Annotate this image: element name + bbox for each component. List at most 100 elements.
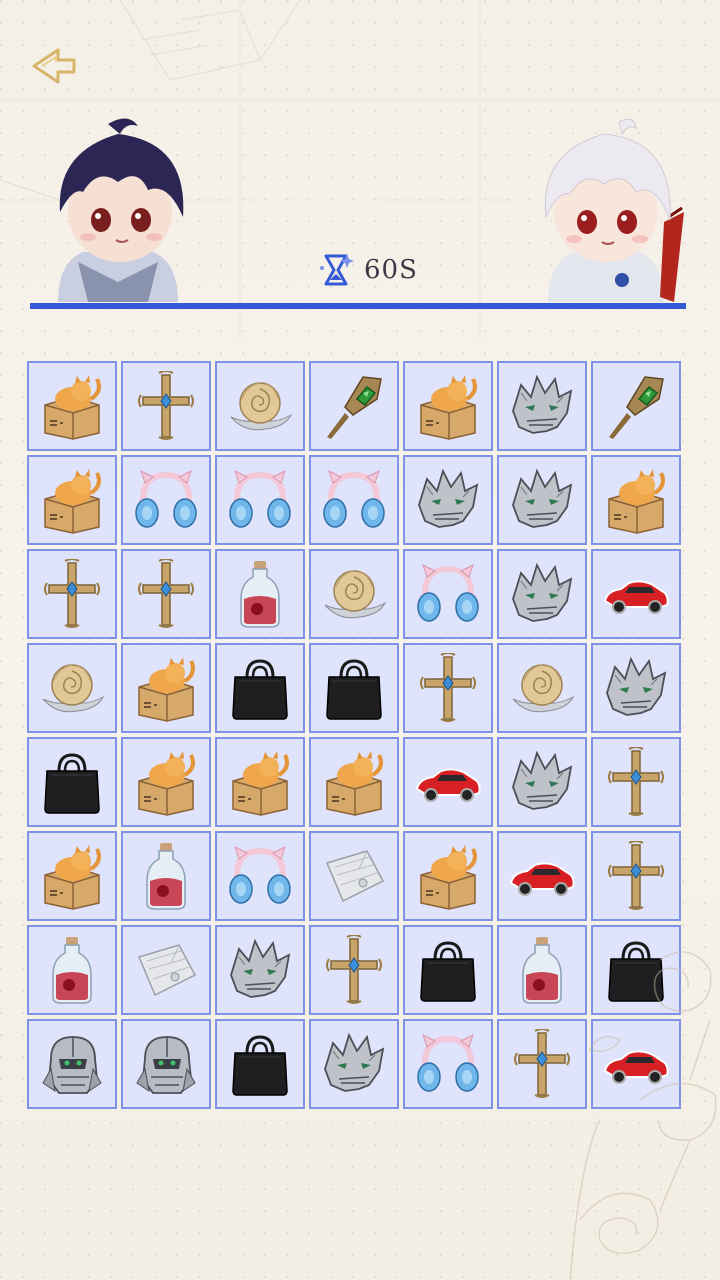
board-tile[interactable] [403, 643, 493, 733]
board-tile[interactable] [497, 737, 587, 827]
board-tile[interactable] [403, 737, 493, 827]
board-tile[interactable] [497, 361, 587, 451]
board-tile[interactable] [215, 549, 305, 639]
board-tile[interactable] [403, 455, 493, 545]
board-tile[interactable] [215, 361, 305, 451]
emerald-dagger-icon [319, 371, 389, 441]
knight-armor-icon [131, 1029, 201, 1099]
wolf-helm-icon [507, 465, 577, 535]
headphones-icon [131, 465, 201, 535]
board-tile[interactable] [27, 549, 117, 639]
board-tile[interactable] [215, 737, 305, 827]
board-tile[interactable] [27, 643, 117, 733]
rose-icon [319, 559, 389, 629]
rose-icon [37, 653, 107, 723]
cat-box-icon [37, 371, 107, 441]
board-tile[interactable] [497, 455, 587, 545]
wolf-helm-icon [507, 747, 577, 817]
cat-box-icon [413, 841, 483, 911]
board-tile[interactable] [121, 361, 211, 451]
board-tile[interactable] [403, 925, 493, 1015]
board-tile[interactable] [27, 1019, 117, 1109]
match-board [27, 361, 681, 1109]
board-tile[interactable] [403, 831, 493, 921]
board-tile[interactable] [215, 1019, 305, 1109]
cross-icon [319, 935, 389, 1005]
board-tile[interactable] [121, 925, 211, 1015]
board-tile[interactable] [591, 831, 681, 921]
cat-box-icon [131, 653, 201, 723]
cat-box-icon [319, 747, 389, 817]
silver-cloth-icon [319, 841, 389, 911]
board-tile[interactable] [309, 737, 399, 827]
player-left-avatar [38, 112, 198, 302]
board-tile[interactable] [27, 831, 117, 921]
black-bag-icon [413, 935, 483, 1005]
board-tile[interactable] [215, 831, 305, 921]
black-bag-icon [319, 653, 389, 723]
red-car-icon [413, 747, 483, 817]
cat-box-icon [37, 465, 107, 535]
cross-icon [413, 653, 483, 723]
board-tile[interactable] [121, 737, 211, 827]
board-tile[interactable] [309, 831, 399, 921]
board-tile[interactable] [591, 1019, 681, 1109]
board-tile[interactable] [121, 643, 211, 733]
cross-icon [37, 559, 107, 629]
board-tile[interactable] [309, 1019, 399, 1109]
back-button[interactable] [28, 40, 80, 92]
board-tile[interactable] [215, 925, 305, 1015]
board-tile[interactable] [497, 643, 587, 733]
board-tile[interactable] [497, 1019, 587, 1109]
board-tile[interactable] [309, 455, 399, 545]
red-car-icon [601, 559, 671, 629]
wolf-helm-icon [319, 1029, 389, 1099]
board-tile[interactable] [215, 455, 305, 545]
board-tile[interactable] [121, 549, 211, 639]
headphones-icon [413, 559, 483, 629]
board-tile[interactable] [27, 455, 117, 545]
board-tile[interactable] [27, 737, 117, 827]
cross-icon [601, 841, 671, 911]
emerald-dagger-icon [601, 371, 671, 441]
headphones-icon [413, 1029, 483, 1099]
board-tile[interactable] [403, 361, 493, 451]
board-tile[interactable] [591, 643, 681, 733]
board-tile[interactable] [497, 549, 587, 639]
time-progress-bar [30, 303, 686, 309]
board-tile[interactable] [403, 549, 493, 639]
black-bag-icon [37, 747, 107, 817]
headphones-icon [225, 465, 295, 535]
board-tile[interactable] [309, 925, 399, 1015]
black-bag-icon [225, 1029, 295, 1099]
board-tile[interactable] [497, 831, 587, 921]
rose-icon [225, 371, 295, 441]
board-tile[interactable] [403, 1019, 493, 1109]
cat-box-icon [413, 371, 483, 441]
board-tile[interactable] [591, 549, 681, 639]
board-tile[interactable] [309, 549, 399, 639]
board-tile[interactable] [27, 361, 117, 451]
board-tile[interactable] [309, 361, 399, 451]
cat-box-icon [37, 841, 107, 911]
board-tile[interactable] [591, 361, 681, 451]
board-tile[interactable] [591, 455, 681, 545]
black-bag-icon [601, 935, 671, 1005]
board-tile[interactable] [309, 643, 399, 733]
board-tile[interactable] [215, 643, 305, 733]
potion-bottle-icon [131, 841, 201, 911]
board-tile[interactable] [497, 925, 587, 1015]
board-tile[interactable] [121, 455, 211, 545]
hourglass-icon [320, 254, 354, 286]
headphones-icon [319, 465, 389, 535]
board-tile[interactable] [121, 831, 211, 921]
board-tile[interactable] [591, 737, 681, 827]
wolf-helm-icon [507, 559, 577, 629]
wolf-helm-icon [225, 935, 295, 1005]
red-car-icon [507, 841, 577, 911]
board-tile[interactable] [27, 925, 117, 1015]
board-tile[interactable] [121, 1019, 211, 1109]
board-tile[interactable] [591, 925, 681, 1015]
player-right-avatar [524, 112, 688, 302]
knight-armor-icon [37, 1029, 107, 1099]
